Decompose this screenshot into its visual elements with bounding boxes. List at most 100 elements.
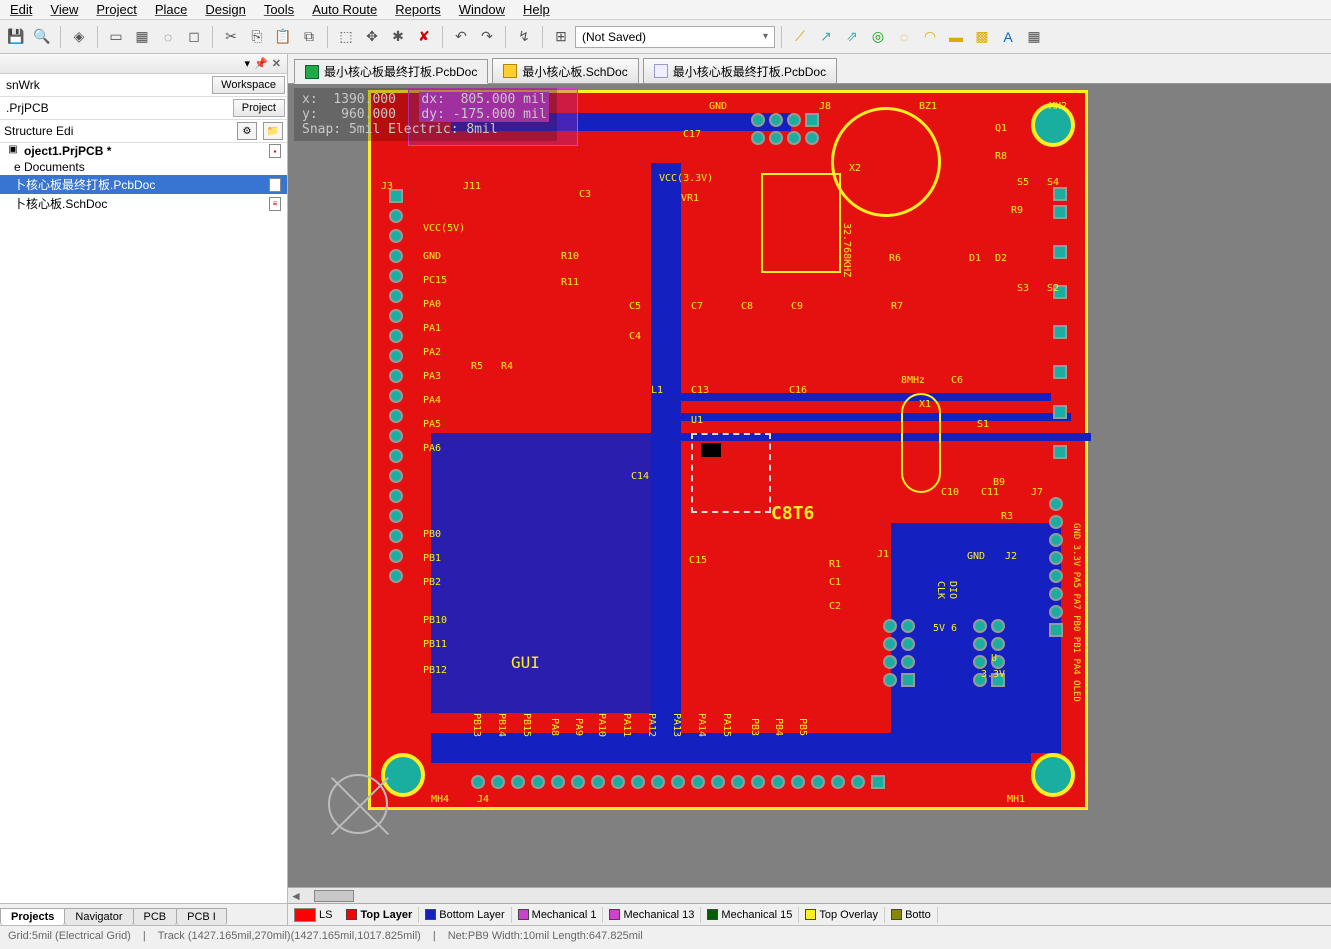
cross-probe-icon[interactable]: ↯ (512, 25, 536, 49)
cut-icon[interactable]: ✂ (219, 25, 243, 49)
tab-projects[interactable]: Projects (0, 908, 65, 925)
route-multi-icon[interactable]: ⇗ (840, 25, 864, 49)
compile-icon[interactable]: ⚙ (237, 122, 257, 140)
panel-tabs: Projects Navigator PCB PCB I (0, 903, 287, 925)
arc-icon[interactable]: ◠ (918, 25, 942, 49)
pad-icon[interactable]: ◌ (892, 25, 916, 49)
silk: PB11 (423, 639, 447, 650)
tree-doc-pcb[interactable]: 卜核心板最终打板.PcbDoc ▪ (0, 175, 287, 194)
silk: C9 (791, 301, 803, 312)
select-rect-icon[interactable]: ▭ (104, 25, 128, 49)
fill-icon[interactable]: ▬ (944, 25, 968, 49)
select-touch-icon[interactable]: ▦ (130, 25, 154, 49)
menu-bar: Edit View Project Place Design Tools Aut… (0, 0, 1331, 20)
array-icon[interactable]: ▦ (1022, 25, 1046, 49)
pin-icon[interactable]: 📌 (254, 57, 268, 70)
polygon-icon[interactable]: ▩ (970, 25, 994, 49)
undo-icon[interactable]: ↶ (449, 25, 473, 49)
project-tree[interactable]: ▣ oject1.PrjPCB * ▪ e Documents 卜核心板最终打板… (0, 143, 287, 903)
layer-tab-top[interactable]: Top Layer (340, 907, 419, 923)
editor-area: 最小核心板最终打板.PcbDoc 最小核心板.SchDoc 最小核心板最终打板.… (288, 54, 1331, 925)
redo-icon[interactable]: ↷ (475, 25, 499, 49)
copy-icon[interactable]: ⎘ (245, 25, 269, 49)
via-icon[interactable]: ◎ (866, 25, 890, 49)
silk: R11 (561, 277, 579, 288)
menu-design[interactable]: Design (205, 2, 245, 17)
paste-icon[interactable]: 📋 (271, 25, 295, 49)
pcb-canvas[interactable]: x: 1390.000 dx: 805.000 mil y: 960.000 d… (288, 84, 1331, 887)
zoom-fit-icon[interactable]: 🔍 (30, 25, 54, 49)
silk: VCC(3.3V) (659, 173, 713, 184)
menu-edit[interactable]: Edit (10, 2, 32, 17)
menu-window[interactable]: Window (459, 2, 505, 17)
delete-icon[interactable]: ✘ (412, 25, 436, 49)
doc-tab-pcb-final-2[interactable]: 最小核心板最终打板.PcbDoc (643, 58, 837, 83)
panel-dropdown-icon[interactable]: ▾ (245, 57, 251, 70)
menu-autoroute[interactable]: Auto Route (312, 2, 377, 17)
scroll-left-icon[interactable]: ◄ (288, 889, 304, 903)
save-icon[interactable]: 💾 (4, 25, 28, 49)
menu-tools[interactable]: Tools (264, 2, 294, 17)
silk: C7 (691, 301, 703, 312)
layer-tab-mech15[interactable]: Mechanical 15 (701, 907, 799, 923)
tree-folder-docs[interactable]: e Documents (0, 159, 287, 175)
workspace-field[interactable] (0, 75, 210, 95)
tab-pcb[interactable]: PCB (133, 908, 178, 925)
paste-special-icon[interactable]: ⧉ (297, 25, 321, 49)
tree-project-root[interactable]: ▣ oject1.PrjPCB * ▪ (0, 143, 287, 159)
silk: R8 (995, 151, 1007, 162)
status-net: Net:PB9 Width:10mil Length:647.825mil (448, 930, 643, 942)
move-icon[interactable]: ✥ (360, 25, 384, 49)
menu-place[interactable]: Place (155, 2, 188, 17)
tree-doc-sch[interactable]: 卜核心板.SchDoc ≡ (0, 194, 287, 213)
doc-tab-pcb-final[interactable]: 最小核心板最终打板.PcbDoc (294, 59, 488, 84)
scroll-thumb[interactable] (314, 890, 354, 902)
tab-pcbi[interactable]: PCB I (176, 908, 227, 925)
silk: PA2 (423, 347, 441, 358)
layer-tab-bottom[interactable]: Bottom Layer (419, 907, 511, 923)
break-icon[interactable]: ✱ (386, 25, 410, 49)
silk: R3 (1001, 511, 1013, 522)
active-layer-swatch[interactable] (294, 908, 316, 922)
deselect-icon[interactable]: ◻ (182, 25, 206, 49)
silk: PA0 (423, 299, 441, 310)
silk: PB13 (471, 713, 482, 737)
layer-tabs: LS Top Layer Bottom Layer Mechanical 1 M… (288, 903, 1331, 925)
pcb-icon (305, 65, 319, 79)
tab-navigator[interactable]: Navigator (64, 908, 133, 925)
silk: R10 (561, 251, 579, 262)
layer-tab-overlay[interactable]: Top Overlay (799, 907, 885, 923)
doc-tab-sch[interactable]: 最小核心板.SchDoc (492, 58, 638, 83)
menu-view[interactable]: View (50, 2, 78, 17)
menu-help[interactable]: Help (523, 2, 550, 17)
horizontal-scrollbar[interactable]: ◄ (288, 887, 1331, 903)
layer-tab-mech1[interactable]: Mechanical 1 (512, 907, 604, 923)
silk: C4 (629, 331, 641, 342)
options-icon[interactable]: 📁 (263, 122, 283, 140)
menu-project[interactable]: Project (96, 2, 136, 17)
silk: J4 (477, 794, 489, 805)
route-icon[interactable]: ⟋ (788, 25, 812, 49)
pcb-board[interactable]: GND J8 BZ1 MH2 C17 Q1 R8 S4 S5 R9 J3 J11… (368, 90, 1088, 810)
header-j8 (751, 113, 819, 145)
project-field[interactable] (0, 98, 231, 118)
schematic-icon[interactable]: ⊞ (549, 25, 573, 49)
layer-tab-mech13[interactable]: Mechanical 13 (603, 907, 701, 923)
project-button[interactable]: Project (233, 99, 285, 117)
silk: GND 3.3V PA5 PA7 PB0 PB1 PA4 OLED (1071, 523, 1081, 702)
silk: R4 (501, 361, 513, 372)
move-sel-icon[interactable]: ⬚ (334, 25, 358, 49)
silk: R5 (471, 361, 483, 372)
layers-icon[interactable]: ◈ (67, 25, 91, 49)
layer-tab-botto[interactable]: Botto (885, 907, 938, 923)
close-icon[interactable]: ✕ (272, 57, 281, 70)
select-inside-icon[interactable]: ◌ (156, 25, 180, 49)
silk: J2 (1005, 551, 1017, 562)
route-diff-icon[interactable]: ↗ (814, 25, 838, 49)
room-combo[interactable]: (Not Saved) (575, 26, 775, 48)
string-icon[interactable]: A (996, 25, 1020, 49)
pcb-file-icon: ▪ (269, 178, 281, 192)
menu-reports[interactable]: Reports (395, 2, 441, 17)
workspace-button[interactable]: Workspace (212, 76, 285, 94)
silk: 6 (951, 623, 957, 634)
